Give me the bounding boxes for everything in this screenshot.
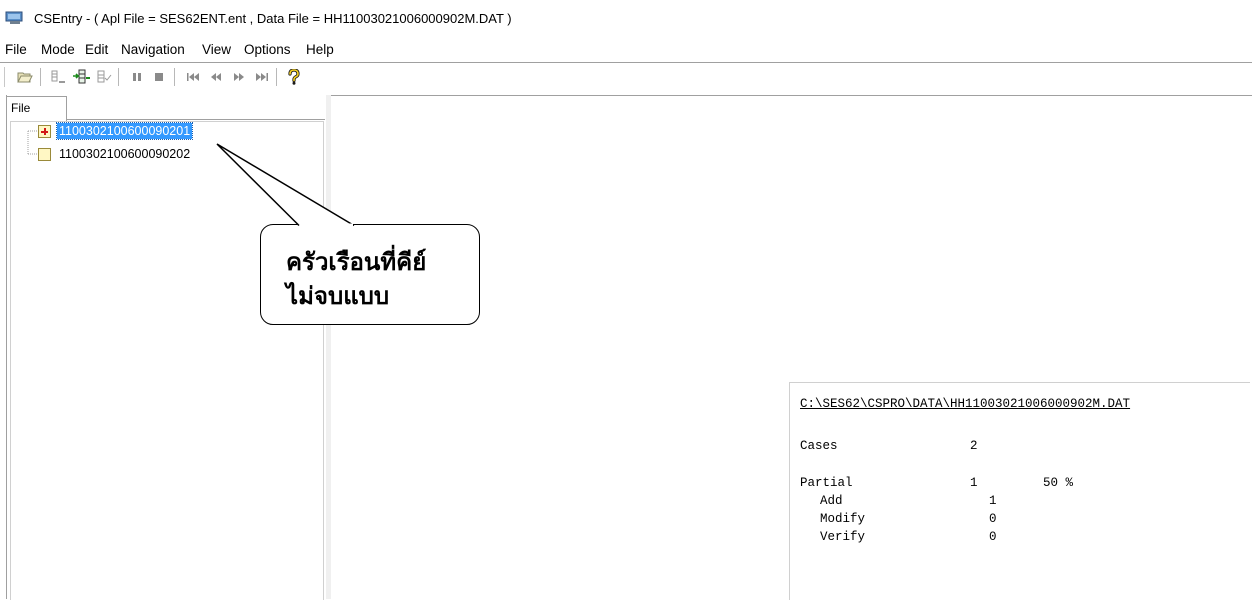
modify-label: Modify [820, 512, 866, 526]
partial-percent: 50 % [1043, 476, 1074, 490]
callout-line-2: ไม่จบแบบ [286, 282, 390, 310]
cases-label: Cases [800, 439, 838, 453]
partial-case-icon [38, 124, 51, 138]
callout-line-1: ครัวเรือนที่คีย์ [286, 248, 427, 276]
case-icon [38, 147, 51, 161]
cases-value: 2 [970, 439, 978, 453]
tree-item[interactable]: 1100302100600090201 [38, 122, 194, 140]
verify-value: 0 [989, 530, 997, 544]
file-statistics-panel: C:\SES62\CSPRO\DATA\HH11003021006000902M… [789, 382, 1250, 600]
tree-item-label: 1100302100600090202 [59, 147, 191, 161]
tree-item[interactable]: 1100302100600090202 [38, 145, 192, 163]
modify-value: 0 [989, 512, 997, 526]
callout-text: ครัวเรือนที่คีย์ ไม่จบแบบ [286, 245, 426, 313]
add-value: 1 [989, 494, 997, 508]
verify-label: Verify [820, 530, 866, 544]
partial-label: Partial [800, 476, 853, 490]
tree-connectors [27, 130, 38, 155]
tree-item-label: 1100302100600090201 [55, 122, 194, 140]
partial-value: 1 [970, 476, 978, 490]
data-file-path: C:\SES62\CSPRO\DATA\HH11003021006000902M… [800, 397, 1131, 411]
add-label: Add [820, 494, 843, 508]
annotation-callout: ครัวเรือนที่คีย์ ไม่จบแบบ [260, 224, 480, 325]
